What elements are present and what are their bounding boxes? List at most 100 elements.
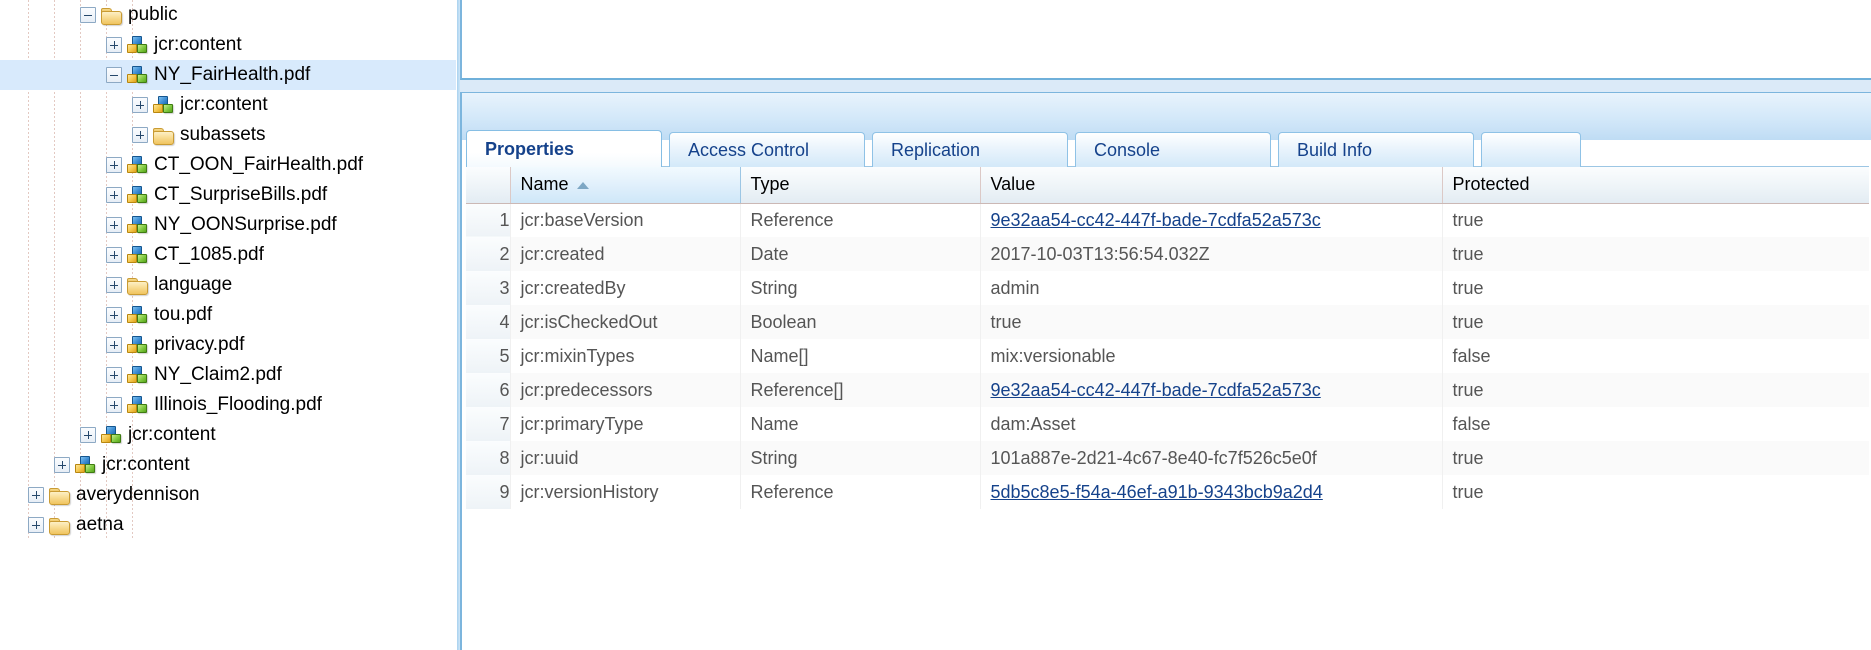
cell-property-name[interactable]: jcr:predecessors [510,373,741,407]
expand-toggle-icon[interactable] [106,187,122,203]
cell-property-value[interactable]: true [980,305,1443,339]
tree-node-language[interactable]: language [0,270,456,300]
table-row[interactable]: 5 jcr:mixinTypes Name[] mix:versionable fals… [466,339,1869,373]
cell-property-value[interactable]: mix:versionable [980,339,1443,373]
table-row[interactable]: 6 jcr:predecessors Reference[] 9e32aa54-cc4… [466,373,1869,407]
tree-node-ny-claim2-pdf[interactable]: NY_Claim2.pdf [0,360,456,390]
tree-node-averydennison[interactable]: averydennison [0,480,456,510]
cell-property-type[interactable]: String [740,271,981,305]
cell-property-value[interactable]: 9e32aa54-cc42-447f-bade-7cdfa52a573c [980,203,1443,237]
cell-property-value[interactable]: 9e32aa54-cc42-447f-bade-7cdfa52a573c [980,373,1443,407]
column-header-type[interactable]: Type [740,167,981,204]
tree-node-ct-oon-fairhealth-pdf[interactable]: CT_OON_FairHealth.pdf [0,150,456,180]
tree-node-subassets[interactable]: subassets [0,120,456,150]
tree-node-ct-1085-pdf[interactable]: CT_1085.pdf [0,240,456,270]
table-row[interactable]: 2 jcr:created Date 2017-10-03T13:56:54.032Z… [466,237,1869,271]
yellow-cube-icon [127,43,137,53]
table-row[interactable]: 1 jcr:baseVersion Reference 9e32aa54-cc42-4… [466,203,1869,237]
column-header-value[interactable]: Value [980,167,1443,204]
cell-property-type[interactable]: Reference [740,475,981,509]
cell-property-value[interactable]: admin [980,271,1443,305]
green-cube-icon [137,373,147,383]
collapse-toggle-icon[interactable] [80,7,96,23]
properties-grid[interactable]: Name Type Value Protected 1 jcr:baseVersion R… [466,166,1869,650]
expand-toggle-icon[interactable] [106,247,122,263]
repository-tree-panel[interactable]: public jcr:content NY_FairHealth.pdf jcr:co… [0,0,456,650]
editor-region[interactable] [460,0,1871,80]
cell-protected-flag: true [1442,373,1869,407]
cell-property-name[interactable]: jcr:isCheckedOut [510,305,741,339]
expand-toggle-icon[interactable] [132,127,148,143]
tab-build-info[interactable]: Build Info [1278,132,1474,167]
cell-property-name[interactable]: jcr:mixinTypes [510,339,741,373]
tree-node-ct-surprisebills-pdf[interactable]: CT_SurpriseBills.pdf [0,180,456,210]
expand-toggle-icon[interactable] [80,427,96,443]
tree-node-privacy-pdf[interactable]: privacy.pdf [0,330,456,360]
jcr-node-icon [126,155,148,175]
cell-property-name[interactable]: jcr:primaryType [510,407,741,441]
expand-toggle-icon[interactable] [54,457,70,473]
expand-toggle-icon[interactable] [106,367,122,383]
tree-node-illinois-flooding-pdf[interactable]: Illinois_Flooding.pdf [0,390,456,420]
tree-node-ny-fairhealth-pdf[interactable]: NY_FairHealth.pdf [0,60,456,90]
cell-property-type[interactable]: Name[] [740,339,981,373]
cell-property-type[interactable]: Reference [740,203,981,237]
reference-link[interactable]: 9e32aa54-cc42-447f-bade-7cdfa52a573c [991,380,1321,400]
cell-property-type[interactable]: String [740,441,981,475]
tabstrip[interactable]: Properties Access Control Replication Conso… [466,130,1588,167]
reference-link[interactable]: 5db5c8e5-f54a-46ef-a91b-9343bcb9a2d4 [991,482,1323,502]
cell-property-type[interactable]: Boolean [740,305,981,339]
expand-toggle-icon[interactable] [106,37,122,53]
tree-node-tou-pdf[interactable]: tou.pdf [0,300,456,330]
tree-node-jcr-content[interactable]: jcr:content [0,90,456,120]
expand-toggle-icon[interactable] [28,487,44,503]
expand-toggle-icon[interactable] [28,517,44,533]
tree-node-jcr-content[interactable]: jcr:content [0,450,456,480]
reference-link[interactable]: 9e32aa54-cc42-447f-bade-7cdfa52a573c [991,210,1321,230]
column-header-label: Protected [1452,174,1530,195]
tree-node-jcr-content[interactable]: jcr:content [0,420,456,450]
cell-property-name[interactable]: jcr:uuid [510,441,741,475]
cell-property-value[interactable]: 2017-10-03T13:56:54.032Z [980,237,1443,271]
cell-property-name[interactable]: jcr:baseVersion [510,203,741,237]
cell-property-value[interactable]: dam:Asset [980,407,1443,441]
tree-node-public[interactable]: public [0,0,456,30]
cell-property-value[interactable]: 5db5c8e5-f54a-46ef-a91b-9343bcb9a2d4 [980,475,1443,509]
cell-property-type[interactable]: Date [740,237,981,271]
cell-property-name[interactable]: jcr:created [510,237,741,271]
expand-toggle-icon[interactable] [106,307,122,323]
cell-protected-flag: true [1442,203,1869,237]
tab-properties[interactable]: Properties [466,130,662,167]
tab-console[interactable]: Console [1075,132,1271,167]
cell-property-type[interactable]: Name [740,407,981,441]
table-row[interactable]: 4 jcr:isCheckedOut Boolean true true [466,305,1869,339]
expand-toggle-icon[interactable] [106,277,122,293]
table-row[interactable]: 9 jcr:versionHistory Reference 5db5c8e5-f54… [466,475,1869,509]
expand-toggle-icon[interactable] [106,337,122,353]
cell-property-name[interactable]: jcr:versionHistory [510,475,741,509]
tree-node-ny-oonsurprise-pdf[interactable]: NY_OONSurprise.pdf [0,210,456,240]
table-row[interactable]: 8 jcr:uuid String 101a887e-2d21-4c67-8e40-f… [466,441,1869,475]
toggle-vertical-bar [113,191,115,199]
sort-ascending-icon [576,182,589,189]
tab-replication[interactable]: Replication [872,132,1068,167]
table-row[interactable]: 7 jcr:primaryType Name dam:Asset false [466,407,1869,441]
expand-toggle-icon[interactable] [106,397,122,413]
table-row[interactable]: 3 jcr:createdBy String admin true [466,271,1869,305]
tree-node-aetna[interactable]: aetna [0,510,456,540]
cell-property-type[interactable]: Reference[] [740,373,981,407]
collapse-toggle-icon[interactable] [106,67,122,83]
tree-node-jcr-content[interactable]: jcr:content [0,30,456,60]
tab-access-control[interactable]: Access Control [669,132,865,167]
expand-toggle-icon[interactable] [106,157,122,173]
cell-property-name[interactable]: jcr:createdBy [510,271,741,305]
column-header-name[interactable]: Name [509,167,741,204]
cell-property-value[interactable]: 101a887e-2d21-4c67-8e40-fc7f526c5e0f [980,441,1443,475]
tab-overflow-slot[interactable] [1481,132,1581,167]
expand-toggle-icon[interactable] [132,97,148,113]
column-header-protected[interactable]: Protected [1442,167,1869,204]
expand-toggle-icon[interactable] [106,217,122,233]
